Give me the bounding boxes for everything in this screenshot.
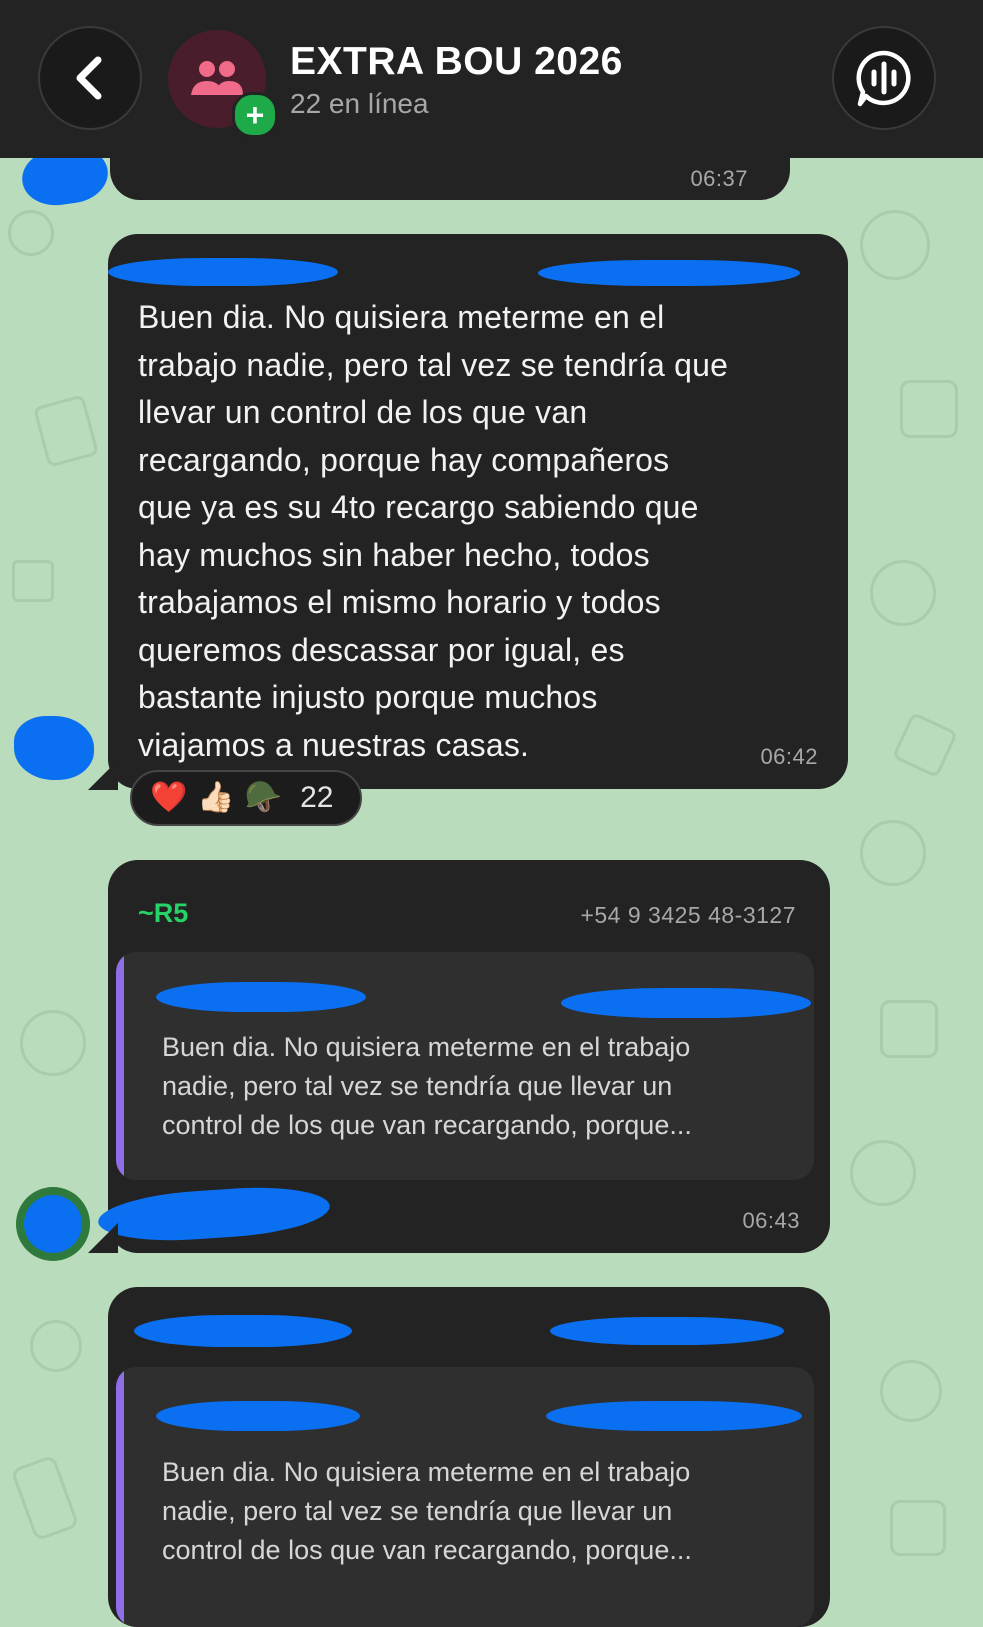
message-time: 06:42 [760,744,818,769]
heart-reaction[interactable]: ❤️ [150,783,187,813]
thumbs-up-reaction[interactable]: 👍🏻 [197,783,234,813]
redacted-reply-text [96,1181,332,1247]
redacted-sender-name [134,1315,352,1347]
voice-chat-icon [856,50,911,107]
reactions-bar[interactable]: ❤️ 👍🏻 🪖 22 [130,770,362,826]
sender-avatar[interactable] [14,716,94,780]
online-count: 22 en línea [290,88,429,119]
chat-header: + EXTRA BOU 2026 22 en línea [0,0,983,158]
sender-avatar[interactable] [16,1187,90,1261]
chevron-left-icon [76,56,102,100]
redacted-sender-phone [550,1317,784,1345]
message-bubble[interactable]: Buen dia. No quisiera meterme en el trab… [108,234,848,789]
redacted-sender-phone [538,260,800,286]
redacted-quote-phone [561,988,811,1018]
message-bubble[interactable]: Buen dia. No quisiera meterme en el trab… [108,1287,830,1627]
chat-title[interactable]: EXTRA BOU 2026 [290,40,623,84]
quote-accent-bar [116,952,124,1180]
back-button[interactable] [38,26,142,130]
sender-phone: +54 9 3425 48-3127 [580,902,796,928]
sender-name[interactable]: ~R5 [138,898,188,929]
message-bubble[interactable]: ~R5 +54 9 3425 48-3127 Buen dia. No quis… [96,860,830,1253]
quote-accent-bar [116,1367,124,1627]
quoted-message[interactable]: Buen dia. No quisiera meterme en el trab… [116,1367,814,1627]
bubble-tail [88,760,118,790]
helmet-reaction[interactable]: 🪖 [245,783,282,813]
message-time: 06:37 [690,166,748,191]
redacted-sender-name [108,258,338,286]
group-icon [191,61,243,95]
quoted-message[interactable]: Buen dia. No quisiera meterme en el trab… [116,952,814,1180]
voice-chat-button[interactable] [832,26,936,130]
add-member-badge[interactable]: + [232,92,278,138]
quoted-text: Buen dia. No quisiera meterme en el trab… [162,1457,692,1565]
redacted-quote-sender [156,1401,360,1431]
bubble-tail [88,1223,118,1253]
reaction-count: 22 [300,781,334,814]
message-time: 06:43 [742,1208,800,1233]
redacted-quote-sender [156,982,366,1012]
redacted-quote-phone [546,1401,802,1431]
quoted-text: Buen dia. No quisiera meterme en el trab… [162,1032,692,1140]
message-text: Buen dia. No quisiera meterme en el trab… [138,299,729,763]
